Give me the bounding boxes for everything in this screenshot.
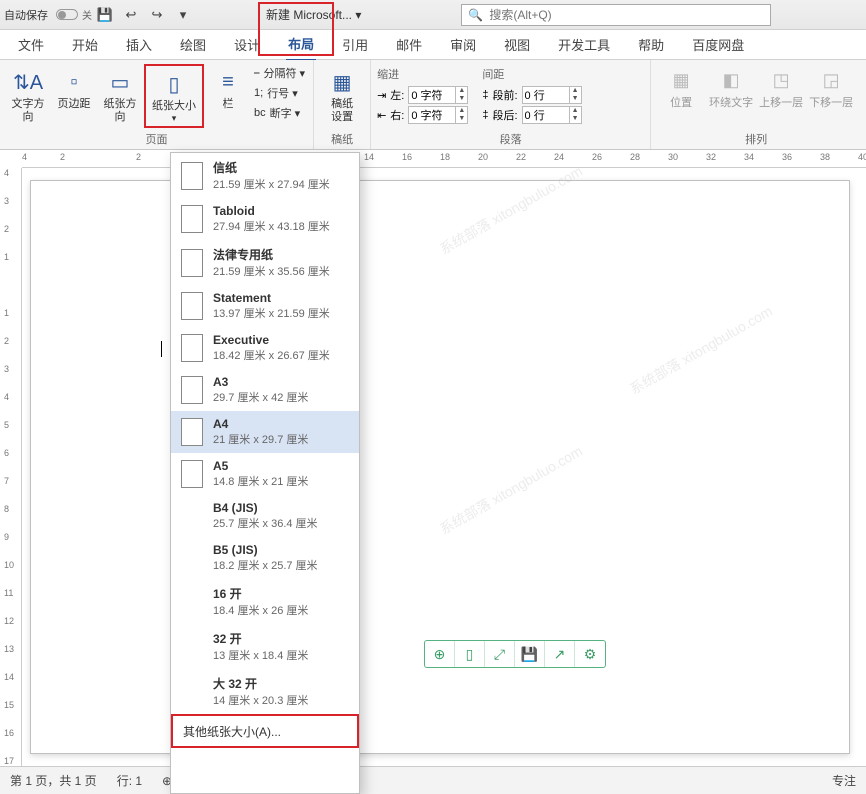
tab-review[interactable]: 审阅 [448, 29, 478, 60]
status-line[interactable]: 行: 1 [117, 772, 142, 789]
spacing-header: 间距 [482, 66, 581, 82]
paper-size-button[interactable]: ▯纸张大小▾ [144, 64, 204, 128]
group-label-paragraph: 段落 [377, 131, 644, 147]
group-grid: ▦稿纸 设置 稿纸 [314, 60, 371, 149]
save-float-icon[interactable]: 💾 [515, 641, 545, 667]
mobile-view-icon[interactable]: ▯ [455, 641, 485, 667]
grid-settings-button[interactable]: ▦稿纸 设置 [320, 64, 364, 126]
share-icon[interactable]: ↗ [545, 641, 575, 667]
group-label-grid: 稿纸 [320, 131, 364, 147]
title-bar: 自动保存 关 💾 ↩ ↪ ▾ 新建 Microsoft... ▾ 🔍 [0, 0, 866, 30]
search-icon: 🔍 [468, 8, 483, 22]
space-after-input[interactable]: ▲▼ [522, 106, 582, 124]
paper-size-B5-(JIS)[interactable]: B5 (JIS)18.2 厘米 x 25.7 厘米 [171, 537, 359, 579]
breaks-button[interactable]: ⎯分隔符 ▾ [252, 64, 307, 82]
status-page[interactable]: 第 1 页，共 1 页 [10, 772, 97, 789]
zoom-search-icon[interactable]: ⊕ [425, 641, 455, 667]
ribbon-tabs: 文件 开始 插入 绘图 设计 布局 引用 邮件 审阅 视图 开发工具 帮助 百度… [0, 30, 866, 60]
paper-size-A3[interactable]: A329.7 厘米 x 42 厘米 [171, 369, 359, 411]
autosave-label: 自动保存 [4, 7, 48, 23]
vertical-ruler[interactable]: 43211234567891011121314151617 [0, 168, 22, 766]
search-box[interactable]: 🔍 [461, 4, 771, 26]
tab-draw[interactable]: 绘图 [178, 29, 208, 60]
settings-icon[interactable]: ⚙ [575, 641, 605, 667]
paper-size-信纸[interactable]: 信纸21.59 厘米 x 27.94 厘米 [171, 153, 359, 198]
ribbon-layout: ⇅A文字方向 ▫页边距 ▭纸张方向 ▯纸张大小▾ ≡栏 ⎯分隔符 ▾ 1;行号 … [0, 60, 866, 150]
bring-forward-button: ◳上移一层 [757, 64, 805, 112]
paper-size-32-开[interactable]: 32 开13 厘米 x 18.4 厘米 [171, 624, 359, 669]
tab-help[interactable]: 帮助 [636, 29, 666, 60]
other-paper-size-button[interactable]: 其他纸张大小(A)... [171, 714, 359, 748]
floating-toolbar: ⊕ ▯ ⤢ 💾 ↗ ⚙ [424, 640, 606, 668]
tab-view[interactable]: 视图 [502, 29, 532, 60]
group-arrange: ▦位置 ◧环绕文字 ◳上移一层 ◲下移一层 排列 [651, 60, 861, 149]
qat-dropdown-icon[interactable]: ▾ [170, 2, 196, 28]
search-input[interactable] [489, 8, 764, 22]
document-title[interactable]: 新建 Microsoft... ▾ [266, 6, 361, 23]
indent-right-input[interactable]: ▲▼ [408, 106, 468, 124]
paper-size-Executive[interactable]: Executive18.42 厘米 x 26.67 厘米 [171, 327, 359, 369]
space-before-input[interactable]: ▲▼ [522, 86, 582, 104]
tab-file[interactable]: 文件 [16, 29, 46, 60]
space-after-label: 段后: [492, 107, 517, 123]
autosave-state: 关 [82, 7, 92, 22]
space-before-label: 段前: [492, 87, 517, 103]
send-backward-button: ◲下移一层 [807, 64, 855, 112]
paper-size-A5[interactable]: A514.8 厘米 x 21 厘米 [171, 453, 359, 495]
line-numbers-button[interactable]: 1;行号 ▾ [252, 84, 307, 102]
orientation-button[interactable]: ▭纸张方向 [98, 64, 142, 126]
tab-design[interactable]: 设计 [232, 29, 262, 60]
paper-size-Statement[interactable]: Statement13.97 厘米 x 21.59 厘米 [171, 285, 359, 327]
wrap-text-button: ◧环绕文字 [707, 64, 755, 112]
indent-left-input[interactable]: ▲▼ [408, 86, 468, 104]
redo-icon[interactable]: ↪ [144, 2, 170, 28]
tab-baidu[interactable]: 百度网盘 [690, 29, 746, 60]
group-label-pagesetup: 页面 [6, 131, 307, 147]
expand-icon[interactable]: ⤢ [485, 641, 515, 667]
indent-left-label: 左: [390, 87, 404, 103]
group-label-arrange: 排列 [657, 131, 855, 147]
tab-mailings[interactable]: 邮件 [394, 29, 424, 60]
tab-insert[interactable]: 插入 [124, 29, 154, 60]
group-paragraph: 缩进 ⇥左: ▲▼ ⇤右: ▲▼ 间距 ‡段前: ▲▼ ‡段后: ▲▼ 段落 [371, 60, 651, 149]
autosave-toggle[interactable] [56, 9, 78, 20]
paper-size-法律专用纸[interactable]: 法律专用纸21.59 厘米 x 35.56 厘米 [171, 240, 359, 285]
margins-button[interactable]: ▫页边距 [52, 64, 96, 113]
paper-size-A4[interactable]: A421 厘米 x 29.7 厘米 [171, 411, 359, 453]
tab-layout[interactable]: 布局 [286, 28, 316, 61]
text-direction-button[interactable]: ⇅A文字方向 [6, 64, 50, 126]
indent-header: 缩进 [377, 66, 468, 82]
horizontal-ruler[interactable]: 42246810121416182022242628303234363840 [22, 150, 866, 168]
save-icon[interactable]: 💾 [92, 2, 118, 28]
paper-size-Tabloid[interactable]: Tabloid27.94 厘米 x 43.18 厘米 [171, 198, 359, 240]
paper-size-16-开[interactable]: 16 开18.4 厘米 x 26 厘米 [171, 579, 359, 624]
paper-size-B4-(JIS)[interactable]: B4 (JIS)25.7 厘米 x 36.4 厘米 [171, 495, 359, 537]
tab-references[interactable]: 引用 [340, 29, 370, 60]
undo-icon[interactable]: ↩ [118, 2, 144, 28]
text-cursor [161, 341, 162, 357]
tab-home[interactable]: 开始 [70, 29, 100, 60]
paper-size-dropdown: 信纸21.59 厘米 x 27.94 厘米Tabloid27.94 厘米 x 4… [170, 152, 360, 794]
paper-size-大-32-开[interactable]: 大 32 开14 厘米 x 20.3 厘米 [171, 669, 359, 714]
indent-right-label: 右: [390, 107, 404, 123]
position-button: ▦位置 [657, 64, 705, 112]
tab-developer[interactable]: 开发工具 [556, 29, 612, 60]
hyphenation-button[interactable]: bc断字 ▾ [252, 104, 307, 122]
status-focus[interactable]: 专注 [832, 772, 856, 789]
group-page-setup: ⇅A文字方向 ▫页边距 ▭纸张方向 ▯纸张大小▾ ≡栏 ⎯分隔符 ▾ 1;行号 … [0, 60, 314, 149]
columns-button[interactable]: ≡栏 [206, 64, 250, 113]
status-bar: 第 1 页，共 1 页 行: 1 ⊕ 🧍辅助功能: 一切就绪 专注 [0, 766, 866, 794]
